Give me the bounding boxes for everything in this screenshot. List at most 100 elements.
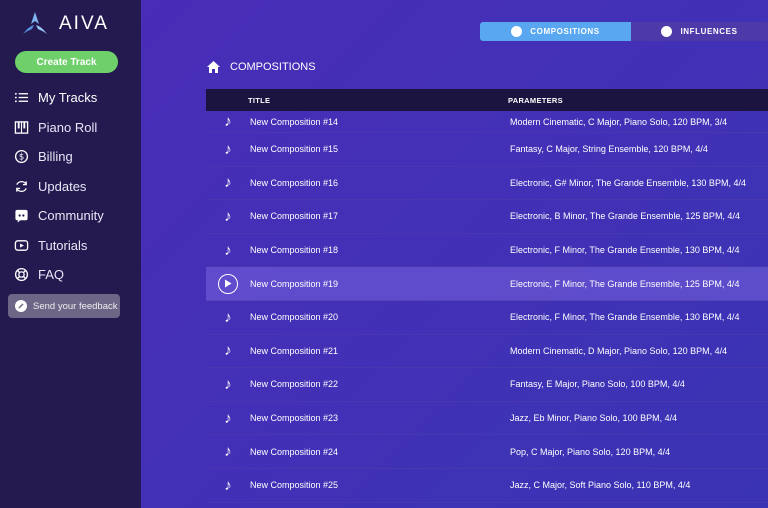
composition-title: New Composition #16: [250, 178, 510, 188]
composition-parameters: Jazz, C Major, Soft Piano Solo, 110 BPM,…: [510, 480, 768, 490]
composition-parameters: Fantasy, E Major, Piano Solo, 100 BPM, 4…: [510, 379, 768, 389]
table-row[interactable]: ♪New Composition #15Fantasy, C Major, St…: [206, 133, 768, 167]
table-row[interactable]: New Composition #19Electronic, F Minor, …: [206, 267, 768, 301]
composition-title: New Composition #20: [250, 312, 510, 322]
table-row[interactable]: ♪ New Composition #25Jazz, C Major, Soft …: [206, 469, 768, 503]
composition-title: New Composition #15: [250, 144, 510, 154]
table-row[interactable]: ♪New Composition #17Electronic, B Minor,…: [206, 200, 768, 234]
sidebar-item-label: Updates: [38, 179, 86, 194]
sidebar-item-piano-roll[interactable]: Piano Roll: [0, 113, 141, 143]
music-note-button[interactable]: ♪: [206, 208, 250, 225]
column-title[interactable]: TITLE: [206, 96, 508, 105]
music-note-button[interactable]: ♪: [206, 443, 250, 460]
composition-parameters: Pop, C Major, Piano Solo, 120 BPM, 4/4: [510, 447, 768, 457]
music-note-button[interactable]: ♪: [206, 174, 250, 191]
sidebar-item-tutorials[interactable]: Tutorials: [0, 231, 141, 261]
feedback-label: Send your feedback: [33, 301, 118, 312]
table-row[interactable]: ♪ New Composition #18Electronic, F Minor,…: [206, 234, 768, 268]
sidebar-item-billing[interactable]: $ Billing: [0, 142, 141, 172]
composition-title: New Composition #24: [250, 447, 510, 457]
composition-parameters: Modern Cinematic, D Major, Piano Solo, 1…: [510, 346, 768, 356]
music-note-icon: ♪: [224, 376, 232, 393]
play-video-icon: [13, 237, 29, 253]
sidebar: AIVA Create Track My Tracks Piano Roll $…: [0, 0, 141, 508]
column-parameters[interactable]: PARAMETERS: [508, 96, 768, 105]
composition-parameters: Electronic, B Minor, The Grande Ensemble…: [510, 211, 768, 221]
tab-influences[interactable]: INFLUENCES: [631, 22, 768, 41]
home-icon[interactable]: [206, 60, 221, 74]
composition-title: New Composition #25: [250, 480, 510, 490]
sidebar-item-label: Billing: [38, 149, 73, 164]
aiva-logo[interactable]: AIVA: [19, 10, 109, 38]
sidebar-item-label: FAQ: [38, 267, 64, 282]
upload-icon: [661, 26, 672, 37]
page-title: COMPOSITIONS: [230, 61, 316, 73]
composition-parameters: Electronic, F Minor, The Grande Ensemble…: [510, 245, 768, 255]
piano-icon: [13, 119, 29, 135]
music-note-icon: ♪: [224, 242, 232, 259]
music-note-button[interactable]: ♪: [206, 113, 250, 130]
composition-parameters: Electronic, F Minor, The Grande Ensemble…: [510, 279, 768, 289]
table-row[interactable]: ♪ New Composition #14Modern Cinematic, C …: [206, 111, 768, 133]
music-note-button[interactable]: ♪: [206, 141, 250, 158]
table-row[interactable]: ♪New Composition #16Electronic, G# Minor…: [206, 167, 768, 201]
pencil-icon: [15, 300, 27, 312]
music-note-button[interactable]: ♪: [206, 342, 250, 359]
sidebar-nav: My Tracks Piano Roll $ Billing Updates C…: [0, 83, 141, 290]
sidebar-item-community[interactable]: Community: [0, 201, 141, 231]
lifebuoy-icon: [13, 267, 29, 283]
breadcrumb: COMPOSITIONS: [206, 60, 316, 74]
music-note-button[interactable]: ♪: [206, 309, 250, 326]
tab-label: COMPOSITIONS: [530, 27, 599, 36]
table-row[interactable]: ♪ New Composition #24Pop, C Major, Piano …: [206, 435, 768, 469]
play-button[interactable]: [206, 274, 250, 294]
music-icon: [511, 26, 522, 37]
music-note-button[interactable]: ♪: [206, 376, 250, 393]
music-note-icon: ♪: [224, 113, 232, 130]
sidebar-item-label: My Tracks: [38, 90, 97, 105]
discord-icon: [13, 208, 29, 224]
sidebar-item-label: Tutorials: [38, 238, 87, 253]
composition-parameters: Electronic, G# Minor, The Grande Ensembl…: [510, 178, 768, 188]
aiva-logo-icon: [19, 10, 51, 38]
svg-text:$: $: [18, 152, 23, 162]
music-note-icon: ♪: [224, 477, 232, 494]
composition-parameters: Modern Cinematic, C Major, Piano Solo, 1…: [510, 117, 768, 127]
table-body: ♪ New Composition #14Modern Cinematic, C …: [206, 111, 768, 503]
composition-title: New Composition #18: [250, 245, 510, 255]
composition-title: New Composition #21: [250, 346, 510, 356]
music-note-icon: ♪: [224, 410, 232, 427]
sidebar-item-faq[interactable]: FAQ: [0, 260, 141, 290]
table-row[interactable]: ♪ New Composition #22Fantasy, E Major, Pi…: [206, 368, 768, 402]
create-track-button[interactable]: Create Track: [15, 51, 118, 73]
music-note-button[interactable]: ♪: [206, 410, 250, 427]
music-note-icon: ♪: [224, 443, 232, 460]
music-note-button[interactable]: ♪: [206, 477, 250, 494]
music-note-icon: ♪: [224, 342, 232, 359]
music-note-icon: ♪: [224, 208, 232, 225]
app-name: AIVA: [59, 13, 109, 35]
music-note-button[interactable]: ♪: [206, 242, 250, 259]
composition-parameters: Fantasy, C Major, String Ensemble, 120 B…: [510, 144, 768, 154]
tab-label: INFLUENCES: [680, 27, 737, 36]
composition-parameters: Jazz, Eb Minor, Piano Solo, 100 BPM, 4/4: [510, 413, 768, 423]
table-row[interactable]: ♪ New Composition #20Electronic, F Minor,…: [206, 301, 768, 335]
composition-title: New Composition #22: [250, 379, 510, 389]
view-tabs: COMPOSITIONS INFLUENCES: [480, 22, 768, 41]
send-feedback-button[interactable]: Send your feedback: [8, 294, 120, 318]
sidebar-item-my-tracks[interactable]: My Tracks: [0, 83, 141, 113]
refresh-icon: [13, 178, 29, 194]
sidebar-item-label: Piano Roll: [38, 120, 97, 135]
compositions-table: TITLE PARAMETERS ♪New Composition #14Mod…: [206, 89, 768, 503]
list-icon: [13, 90, 29, 106]
table-row[interactable]: ♪ New Composition #23Jazz, Eb Minor, Pian…: [206, 402, 768, 436]
table-row[interactable]: ♪ New Composition #21Modern Cinematic, D …: [206, 335, 768, 369]
composition-title: New Composition #23: [250, 413, 510, 423]
composition-parameters: Electronic, F Minor, The Grande Ensemble…: [510, 312, 768, 322]
composition-title: New Composition #14: [250, 117, 510, 127]
tab-compositions[interactable]: COMPOSITIONS: [480, 22, 631, 41]
sidebar-item-label: Community: [38, 208, 104, 223]
music-note-icon: ♪: [224, 309, 232, 326]
table-header: TITLE PARAMETERS: [206, 89, 768, 111]
sidebar-item-updates[interactable]: Updates: [0, 172, 141, 202]
